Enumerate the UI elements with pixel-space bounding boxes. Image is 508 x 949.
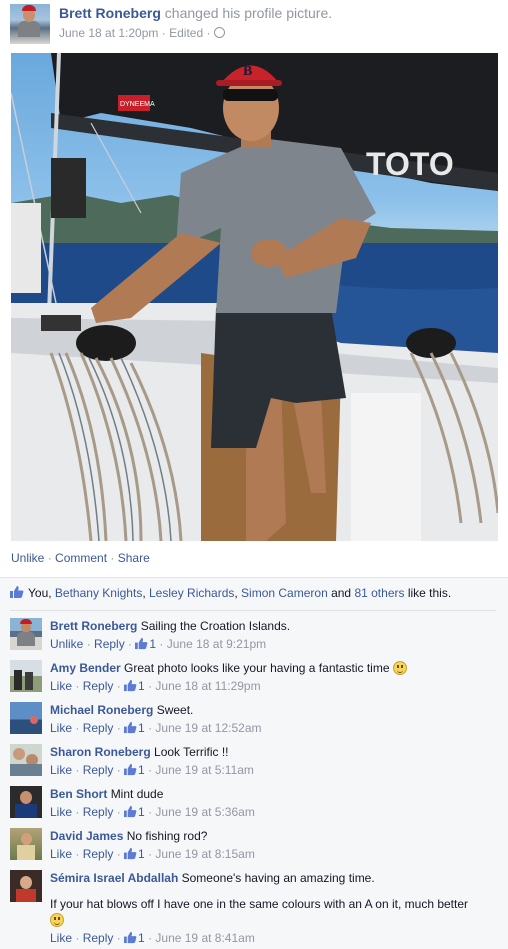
cap-letter: B [243, 64, 252, 79]
post-meta: June 18 at 1:20pm · Edited · [59, 26, 225, 40]
comment-like-count[interactable]: 1 [124, 721, 145, 735]
post-action-text: changed his profile picture. [164, 5, 333, 21]
comment-text: Look Terrific !! [154, 745, 229, 759]
comment-like-button[interactable]: Like [50, 805, 72, 819]
thumbs-up-icon [124, 721, 137, 734]
comment-text: No fishing rod? [126, 829, 208, 843]
unlike-link[interactable]: Unlike [11, 551, 44, 565]
comment-like-count[interactable]: 1 [124, 763, 145, 777]
thumbs-up-icon [124, 763, 137, 776]
thumbs-up-icon [135, 637, 148, 650]
comment-reply-button[interactable]: Reply [83, 721, 114, 735]
comment-item: Sharon Roneberg Look Terrific !! Like · … [10, 744, 500, 786]
thumbs-up-icon [124, 679, 137, 692]
comment-timestamp[interactable]: June 18 at 9:21pm [167, 637, 266, 651]
comment-author[interactable]: Sharon Roneberg [50, 745, 151, 759]
thumbs-up-icon [10, 586, 24, 598]
feedback-area: You, Bethany Knights, Lesley Richards, S… [0, 577, 508, 949]
author-avatar[interactable] [10, 4, 50, 44]
thumbs-up-icon [124, 847, 137, 860]
comment-author[interactable]: Ben Short [50, 787, 107, 801]
comment-like-count[interactable]: 1 [124, 805, 145, 819]
likes-sentence: You, Bethany Knights, Lesley Richards, S… [10, 585, 496, 605]
commenter-avatar[interactable] [10, 618, 42, 650]
comment-like-button[interactable]: Like [50, 679, 72, 693]
comment-reply-button[interactable]: Reply [83, 931, 114, 945]
comment-like-count[interactable]: 1 [124, 847, 145, 861]
comment-item: Brett Roneberg Sailing the Croation Isla… [10, 618, 500, 660]
liker-link[interactable]: Bethany Knights [55, 586, 142, 600]
edited-label[interactable]: Edited [169, 26, 203, 40]
comment-like-button[interactable]: Like [50, 847, 72, 861]
sail-text: TOTO [366, 146, 454, 182]
comment-item: Ben Short Mint dude Like · Reply · 1 · J… [10, 786, 500, 828]
comment-item: Sémira Israel Abdallah Someone's having … [10, 870, 500, 945]
globe-icon[interactable] [213, 27, 225, 38]
share-link[interactable]: Share [118, 551, 150, 565]
comment-like-count[interactable]: 1 [124, 931, 145, 945]
commenter-avatar[interactable] [10, 828, 42, 860]
comment-text: Someone's having an amazing time. [181, 871, 375, 885]
liker-link[interactable]: Lesley Richards [149, 586, 234, 600]
sail-logo: DYNEEMA [120, 101, 155, 108]
post-headline: Brett Roneberg changed his profile pictu… [59, 5, 332, 21]
comment-author[interactable]: Brett Roneberg [50, 619, 137, 633]
comment-timestamp[interactable]: June 19 at 8:15am [155, 847, 254, 861]
comment-timestamp[interactable]: June 19 at 12:52am [155, 721, 261, 735]
post-actions: Unlike · Comment · Share [11, 551, 150, 565]
comment-author[interactable]: Michael Roneberg [50, 703, 153, 717]
comment-author[interactable]: Sémira Israel Abdallah [50, 871, 178, 885]
comment-like-button[interactable]: Like [50, 931, 72, 945]
comment-reply-button[interactable]: Reply [83, 679, 114, 693]
comment-timestamp[interactable]: June 19 at 8:41am [155, 931, 254, 945]
divider [10, 610, 496, 611]
comment-like-count[interactable]: 1 [124, 679, 145, 693]
comment-like-count[interactable]: 1 [135, 637, 156, 651]
comment-item: Michael Roneberg Sweet. Like · Reply · 1… [10, 702, 500, 744]
post-header: Brett Roneberg changed his profile pictu… [10, 4, 500, 44]
profile-photo[interactable]: TOTO DYNEEMA B [11, 53, 498, 541]
comment-author[interactable]: David James [50, 829, 123, 843]
comment-reply-button[interactable]: Reply [83, 847, 114, 861]
comment-like-button[interactable]: Unlike [50, 637, 83, 651]
comment-link[interactable]: Comment [55, 551, 107, 565]
author-name-link[interactable]: Brett Roneberg [59, 5, 161, 21]
comment-reply-button[interactable]: Reply [83, 763, 114, 777]
comment-item: Amy Bender Great photo looks like your h… [10, 660, 500, 702]
photo-illustration: TOTO DYNEEMA B [11, 53, 498, 541]
thumbs-up-icon [124, 931, 137, 944]
wink-emoji-icon [50, 913, 64, 927]
comment-author[interactable]: Amy Bender [50, 661, 121, 675]
comment-timestamp[interactable]: June 19 at 5:11am [155, 763, 254, 777]
commenter-avatar[interactable] [10, 702, 42, 734]
comment-text: Great photo looks like your having a fan… [124, 661, 390, 675]
commenter-avatar[interactable] [10, 786, 42, 818]
smiley-emoji-icon [392, 661, 407, 675]
commenter-avatar[interactable] [10, 660, 42, 692]
commenter-avatar[interactable] [10, 744, 42, 776]
post-timestamp[interactable]: June 18 at 1:20pm [59, 26, 158, 40]
comment-text: Sailing the Croation Islands. [140, 619, 291, 633]
comment-like-button[interactable]: Like [50, 721, 72, 735]
comment-timestamp[interactable]: June 18 at 11:29pm [155, 679, 260, 693]
thumbs-up-icon [124, 805, 137, 818]
comment-timestamp[interactable]: June 19 at 5:36am [155, 805, 254, 819]
comment-item: David James No fishing rod? Like · Reply… [10, 828, 500, 870]
comment-text: Sweet. [156, 703, 194, 717]
commenter-avatar[interactable] [10, 870, 42, 902]
liker-link[interactable]: Simon Cameron [241, 586, 328, 600]
comment-text: Mint dude [110, 787, 164, 801]
others-link[interactable]: 81 others [354, 586, 404, 600]
comment-like-button[interactable]: Like [50, 763, 72, 777]
comment-reply-button[interactable]: Reply [94, 637, 125, 651]
comment-reply-button[interactable]: Reply [83, 805, 114, 819]
comment-text-continued: If your hat blows off I have one in the … [50, 897, 469, 911]
